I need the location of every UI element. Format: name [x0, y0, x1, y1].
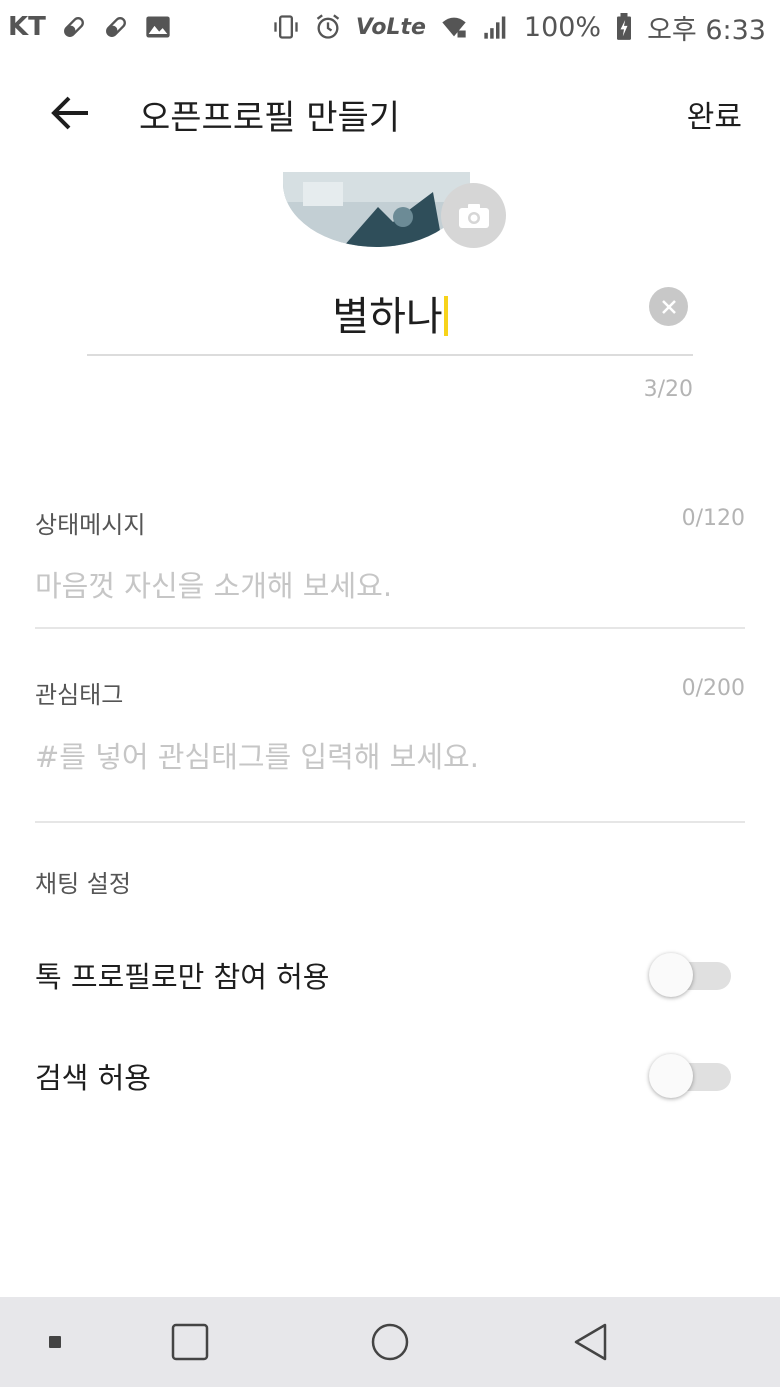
navigation-bar: [0, 1297, 780, 1387]
nav-dot-icon: [49, 1336, 61, 1348]
signal-icon: [482, 13, 510, 41]
status-message-count: 0/120: [681, 506, 745, 531]
pill-icon: [102, 13, 130, 41]
page-title: 오픈프로필 만들기: [139, 98, 401, 138]
recent-apps-icon: [171, 1323, 209, 1361]
setting-row-talk-profile-only: 톡 프로필로만 참여 허용: [35, 945, 745, 1005]
battery-charging-icon: [615, 13, 633, 41]
image-icon: [144, 13, 172, 41]
status-message-label: 상태메시지: [35, 511, 146, 539]
interest-tags-section: 관심태그 0/200: [35, 670, 745, 823]
setting-row-allow-search: 검색 허용: [35, 1046, 745, 1106]
name-text: 별하나: [332, 294, 443, 340]
alarm-icon: [314, 13, 342, 41]
talk-profile-only-toggle[interactable]: [649, 953, 731, 997]
toggle-knob: [649, 953, 693, 997]
status-message-input[interactable]: [35, 566, 745, 606]
status-left: KT: [8, 12, 172, 42]
back-triangle-icon: [574, 1323, 607, 1361]
clock: 오후 6:33: [647, 14, 766, 46]
back-button[interactable]: [42, 88, 98, 138]
home-icon: [371, 1323, 409, 1361]
interest-tags-count: 0/200: [681, 676, 745, 701]
status-bar: KT VoLte 100% 오후 6:33: [0, 0, 780, 54]
text-caret: [443, 296, 448, 336]
name-field[interactable]: 별하나: [87, 270, 693, 356]
pill-icon: [60, 13, 88, 41]
clear-name-button[interactable]: [649, 287, 688, 326]
arrow-left-icon: [51, 96, 88, 130]
toggle-knob: [649, 1054, 693, 1098]
nav-dot-button[interactable]: [35, 1297, 75, 1387]
battery-percent: 100%: [523, 11, 602, 43]
recent-apps-button[interactable]: [160, 1297, 220, 1387]
interest-tags-input[interactable]: [35, 737, 745, 777]
setting-label: 톡 프로필로만 참여 허용: [35, 960, 330, 994]
allow-search-toggle[interactable]: [649, 1054, 731, 1098]
clear-circle-icon: [661, 299, 676, 314]
camera-button[interactable]: [441, 183, 506, 248]
name-char-count: 3/20: [643, 377, 693, 402]
setting-label: 검색 허용: [35, 1061, 151, 1095]
app-bar: 오픈프로필 만들기 완료: [0, 54, 780, 170]
name-input-value[interactable]: 별하나: [87, 284, 693, 342]
volte-icon: VoLte: [355, 14, 426, 40]
carrier-label: KT: [8, 12, 46, 42]
chat-settings-title: 채팅 설정: [35, 870, 131, 898]
status-message-section: 상태메시지 0/120: [35, 500, 745, 629]
status-right: VoLte 100% 오후 6:33: [272, 8, 766, 47]
nav-back-button[interactable]: [560, 1297, 620, 1387]
interest-tags-label: 관심태그: [35, 681, 124, 709]
home-button[interactable]: [360, 1297, 420, 1387]
done-button[interactable]: 완료: [687, 92, 742, 136]
wifi-lock-icon: [440, 13, 468, 41]
vibrate-icon: [272, 13, 300, 41]
camera-icon: [458, 203, 489, 228]
